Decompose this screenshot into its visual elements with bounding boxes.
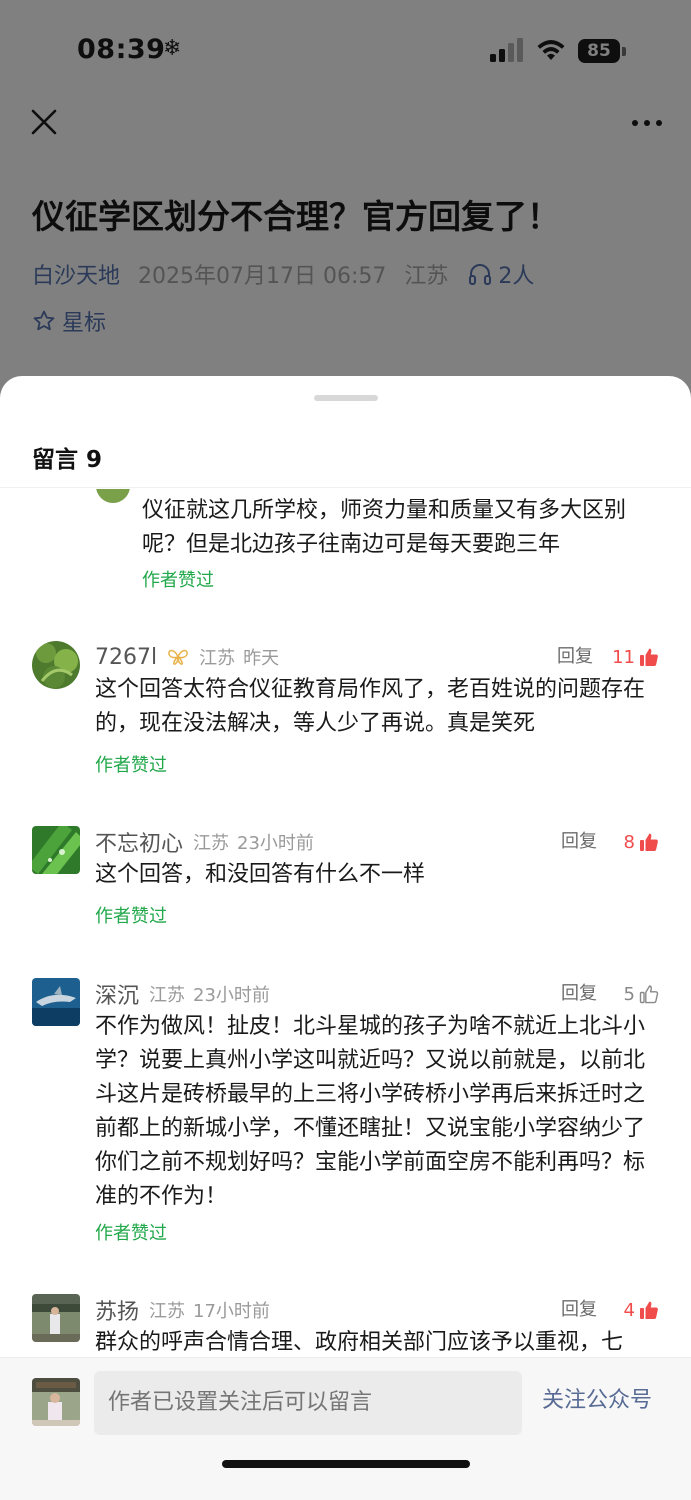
list-item: 苏扬 江苏 17小时前 回复 4 群众的呼声合情合理、政府相关部门应该予以重视，…	[0, 1294, 691, 1357]
snowflake-icon: ❄	[163, 36, 182, 61]
close-icon[interactable]	[28, 106, 60, 138]
reply-button[interactable]: 回复	[561, 978, 597, 1010]
avatar[interactable]	[96, 489, 130, 503]
like-count: 5	[623, 983, 635, 1005]
like-count: 8	[623, 831, 635, 853]
like-button[interactable]: 4	[624, 1294, 659, 1326]
comment-text: 群众的呼声合情合理、政府相关部门应该予以重视，七	[95, 1330, 624, 1355]
account-name-link[interactable]: 白沙天地	[32, 258, 120, 290]
comment-header: 7267l 江苏 昨天	[95, 641, 279, 673]
list-item: 仪征就这几所学校，师资力量和质量又有多大区别呢？但是北边孩子往南边可是每天要跑三…	[0, 489, 691, 611]
star-icon	[33, 310, 55, 331]
star-label: 星标	[62, 311, 107, 336]
like-button[interactable]: 8	[624, 826, 659, 858]
avatar[interactable]	[32, 826, 80, 874]
follow-account-button[interactable]: 关注公众号	[542, 1382, 652, 1414]
list-item: 7267l 江苏 昨天 回复 11 这个回答太符合仪征教育局作风了，老百姓说的问…	[0, 641, 691, 791]
publish-date: 2025年07月17日 06:57	[138, 264, 387, 289]
comment-text: 这个回答太符合仪征教育局作风了，老百姓说的问题存在的，现在没法解决，等人少了再说…	[95, 677, 646, 736]
wifi-icon	[537, 40, 565, 60]
comment-time: 23小时前	[193, 985, 270, 1006]
sheet-header: 留言 9	[0, 432, 691, 488]
list-item: 深沉 江苏 23小时前 回复 5 不作为做风！扯皮！北斗星城的孩子为啥不就近上北…	[0, 978, 691, 1258]
status-bar: 08:39 ❄ 85	[0, 28, 691, 74]
more-options-icon[interactable]	[628, 108, 668, 138]
reply-button[interactable]: 回复	[561, 826, 597, 858]
avatar[interactable]	[32, 1378, 80, 1426]
commenter-region: 江苏	[149, 985, 186, 1006]
home-indicator[interactable]	[222, 1460, 470, 1468]
comment-text: 不作为做风！扯皮！北斗星城的孩子为啥不就近上北斗小学？说要上真州小学这叫就近吗？…	[95, 1014, 646, 1209]
comment-text: 仪征就这几所学校，师资力量和质量又有多大区别呢？但是北边孩子往南边可是每天要跑三…	[142, 498, 627, 557]
cellular-signal-icon	[490, 38, 523, 62]
publish-region: 江苏	[404, 264, 449, 289]
commenter-region: 江苏	[199, 648, 236, 669]
butterfly-badge-icon	[168, 649, 188, 665]
author-liked-tag: 作者赞过	[95, 1223, 167, 1244]
article-title: 仪征学区划分不合理？官方回复了！	[32, 197, 560, 236]
listen-button[interactable]: 2人	[468, 258, 534, 290]
article-background: 08:39 ❄ 85 仪征学区划分不合理？官方回复了！ 白沙天地 2025年07…	[0, 0, 691, 400]
listener-count: 2人	[498, 264, 535, 289]
comments-list[interactable]: 仪征就这几所学校，师资力量和质量又有多大区别呢？但是北边孩子往南边可是每天要跑三…	[0, 489, 691, 1357]
comment-header: 深沉 江苏 23小时前	[95, 978, 270, 1010]
comment-time: 23小时前	[237, 833, 314, 854]
author-liked-tag: 作者赞过	[95, 906, 167, 927]
list-item: 不忘初心 江苏 23小时前 回复 8 这个回答，和没回答有什么不一样 作者赞过	[0, 826, 691, 936]
battery-icon: 85	[578, 39, 628, 63]
comments-count-title: 留言 9	[32, 447, 103, 473]
avatar[interactable]	[32, 1294, 80, 1342]
battery-level: 85	[587, 41, 611, 61]
reply-button[interactable]: 回复	[557, 641, 593, 673]
comments-sheet: 留言 9 仪征就这几所学校，师资力量和质量又有多大区别呢？但是北边孩子往南边可是…	[0, 376, 691, 1500]
commenter-name[interactable]: 7267l	[95, 645, 157, 670]
like-button[interactable]: 5	[624, 978, 659, 1010]
comment-input-bar: 关注公众号	[0, 1357, 691, 1500]
article-meta: 白沙天地 2025年07月17日 06:57 江苏 2人	[32, 258, 534, 290]
star-button[interactable]: 星标	[32, 305, 106, 337]
commenter-region: 江苏	[149, 1301, 186, 1322]
sheet-drag-handle[interactable]	[314, 395, 378, 401]
commenter-name[interactable]: 苏扬	[95, 1294, 139, 1326]
avatar[interactable]	[32, 641, 80, 689]
author-liked-tag: 作者赞过	[95, 755, 167, 776]
comment-time: 17小时前	[193, 1301, 270, 1322]
commenter-name[interactable]: 不忘初心	[95, 826, 183, 858]
comment-header: 苏扬 江苏 17小时前	[95, 1294, 270, 1326]
comment-input[interactable]	[94, 1371, 522, 1435]
reply-button[interactable]: 回复	[561, 1294, 597, 1326]
avatar[interactable]	[32, 978, 80, 1026]
commenter-region: 江苏	[193, 833, 230, 854]
status-time: 08:39	[77, 34, 166, 65]
headphones-icon	[469, 264, 492, 285]
like-count: 4	[623, 1299, 635, 1321]
comment-text: 这个回答，和没回答有什么不一样	[95, 862, 426, 887]
thumbs-up-filled-icon	[640, 1301, 658, 1319]
thumbs-up-filled-icon	[640, 648, 658, 666]
comment-time: 昨天	[243, 648, 280, 669]
thumbs-up-outline-icon	[639, 985, 659, 1004]
thumbs-up-filled-icon	[640, 833, 658, 851]
comment-header: 不忘初心 江苏 23小时前	[95, 826, 314, 858]
like-button[interactable]: 11	[612, 641, 659, 673]
like-count: 11	[612, 646, 635, 668]
commenter-name[interactable]: 深沉	[95, 978, 139, 1010]
author-liked-tag: 作者赞过	[142, 570, 214, 591]
screen: 08:39 ❄ 85 仪征学区划分不合理？官方回复了！ 白沙天地 2025年07…	[0, 0, 691, 1500]
